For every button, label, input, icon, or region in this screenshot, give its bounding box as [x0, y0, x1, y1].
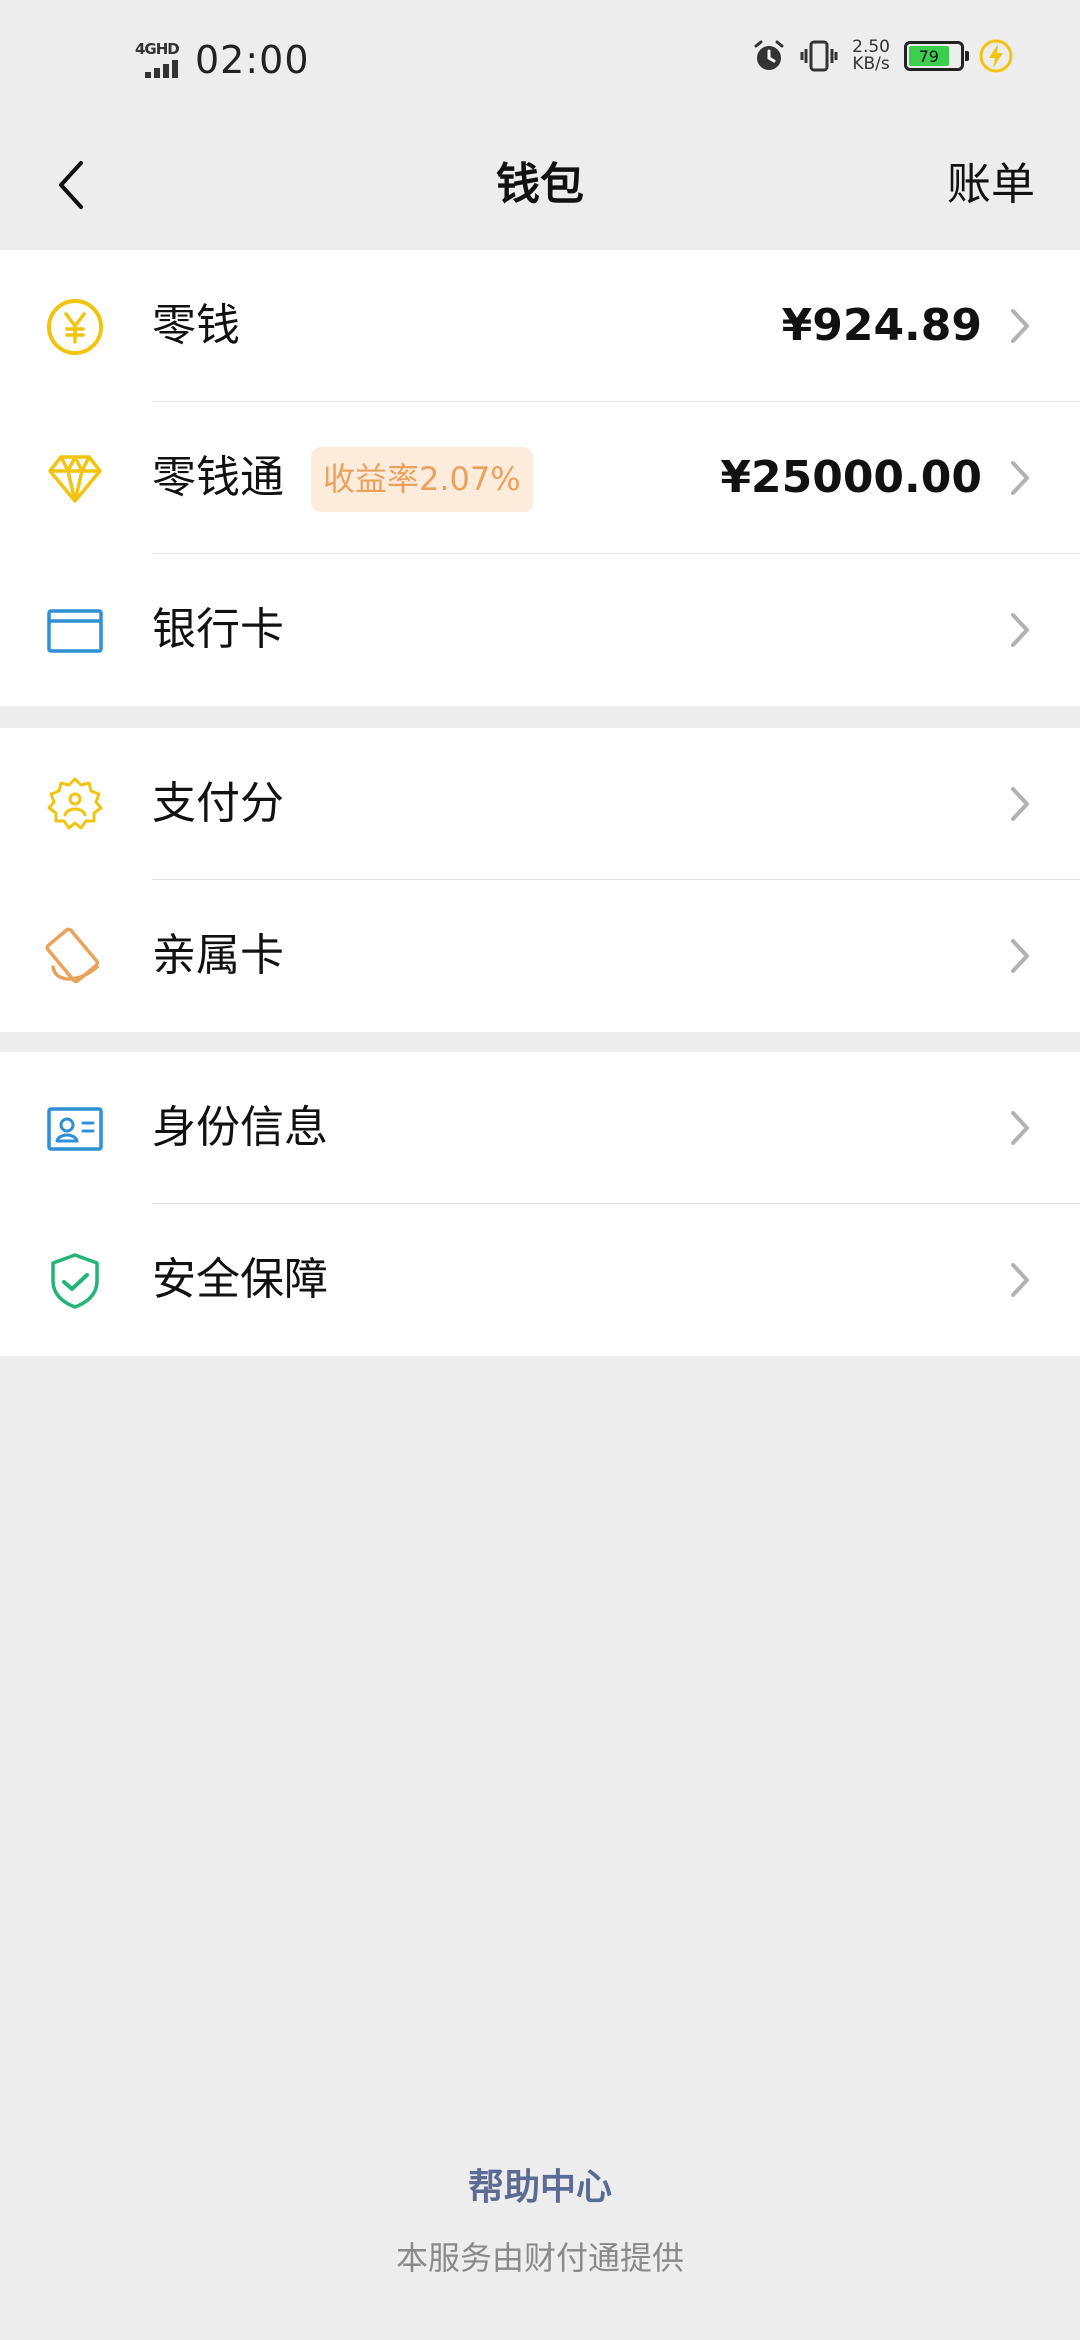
help-center-link[interactable]: 帮助中心	[0, 2158, 1080, 2210]
battery-level: 79	[909, 46, 949, 66]
row-label: 安全保障	[152, 1254, 328, 1305]
status-bar: 4GHD 02:00 2.50 KB/s 79	[0, 0, 1080, 120]
charging-bolt-icon	[979, 39, 1013, 73]
vibrate-icon	[800, 40, 838, 72]
diamond-icon	[48, 455, 102, 503]
chevron-right-icon	[1011, 787, 1029, 821]
row-pay-score[interactable]: 支付分	[0, 728, 1080, 880]
network-indicator: 4GHD	[135, 40, 185, 80]
signal-bars-icon	[145, 60, 178, 78]
status-time: 02:00	[195, 38, 310, 82]
account-security-group: 身份信息 安全保障	[0, 1052, 1080, 1356]
change-balance: ¥924.89	[781, 300, 982, 351]
navigation-bar: 钱包 账单	[0, 120, 1080, 250]
row-label: 零钱	[152, 300, 240, 351]
wallet-balance-group: 零钱 ¥924.89 零钱通 收益率2.07% ¥25000.00 银行卡	[0, 250, 1080, 706]
row-label: 身份信息	[152, 1102, 328, 1153]
page-title: 钱包	[496, 159, 584, 210]
lingqiantong-balance: ¥25000.00	[720, 452, 982, 503]
row-bank-card[interactable]: 银行卡	[0, 554, 1080, 706]
id-card-icon	[47, 1107, 103, 1151]
battery-icon: 79	[904, 41, 969, 71]
provider-note: 本服务由财付通提供	[395, 2239, 684, 2277]
network-speed-unit: KB/s	[852, 54, 890, 74]
row-change[interactable]: 零钱 ¥924.89	[0, 250, 1080, 402]
row-label: 支付分	[152, 778, 284, 829]
pay-score-badge-icon	[47, 777, 103, 830]
row-security[interactable]: 安全保障	[0, 1204, 1080, 1356]
chevron-right-icon	[1011, 461, 1029, 495]
row-label: 银行卡	[152, 604, 284, 655]
row-identity-info[interactable]: 身份信息	[0, 1052, 1080, 1204]
chevron-right-icon	[1011, 939, 1029, 973]
family-card-icon	[45, 927, 100, 984]
alarm-clock-icon	[754, 40, 784, 70]
network-speed: 2.50 KB/s	[852, 39, 890, 73]
bill-button[interactable]: 账单	[947, 120, 1035, 250]
status-bar-left: 4GHD 02:00	[135, 38, 310, 82]
row-lingqiantong[interactable]: 零钱通 收益率2.07% ¥25000.00	[0, 402, 1080, 554]
row-label: 亲属卡	[152, 930, 284, 981]
yuan-coin-icon	[47, 299, 103, 355]
chevron-right-icon	[1011, 613, 1029, 647]
yield-rate-badge: 收益率2.07%	[311, 447, 533, 512]
credit-group: 支付分 亲属卡	[0, 728, 1080, 1032]
status-bar-right: 2.50 KB/s 79	[752, 38, 1014, 74]
row-family-card[interactable]: 亲属卡	[0, 880, 1080, 1032]
chevron-right-icon	[1011, 1111, 1029, 1145]
bank-card-icon	[47, 609, 103, 653]
row-label: 零钱通	[152, 452, 284, 503]
chevron-right-icon	[1011, 1263, 1029, 1297]
shield-check-icon	[51, 1253, 99, 1309]
chevron-right-icon	[1011, 309, 1029, 343]
network-type: 4GHD	[135, 40, 180, 58]
